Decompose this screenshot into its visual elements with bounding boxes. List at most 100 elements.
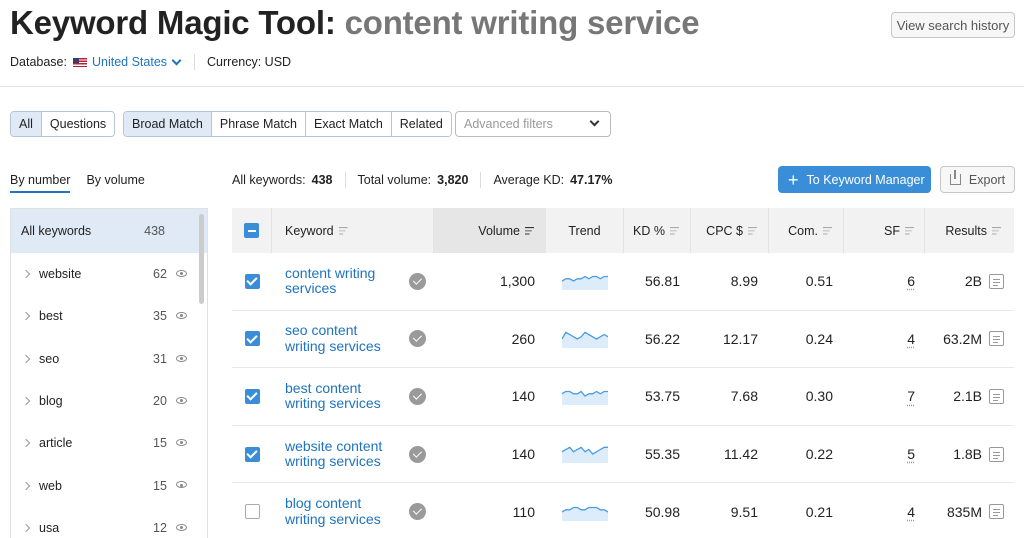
sf-cell: 4 xyxy=(844,311,925,368)
match-type-group: Broad Match Phrase Match Exact Match Rel… xyxy=(123,111,452,137)
eye-icon[interactable] xyxy=(176,312,187,319)
tab-related[interactable]: Related xyxy=(392,112,451,136)
plus-icon: + xyxy=(788,171,799,189)
results-cell: 1.8B xyxy=(925,426,1014,483)
serp-snapshot-icon[interactable] xyxy=(989,389,1004,404)
keyword-line: best content xyxy=(285,380,361,396)
currency-label: Currency: USD xyxy=(207,55,291,69)
eye-icon[interactable] xyxy=(176,524,187,531)
tab-all[interactable]: All xyxy=(11,112,42,136)
serp-features-link[interactable]: 5 xyxy=(907,446,915,462)
sidebar-item-usa[interactable]: usa 12 xyxy=(11,507,207,538)
keyword-link[interactable]: content writing services xyxy=(285,266,407,297)
chevron-right-icon[interactable] xyxy=(22,524,30,532)
sort-icon[interactable] xyxy=(992,227,1001,235)
row-checkbox[interactable] xyxy=(245,274,260,289)
chevron-right-icon[interactable] xyxy=(22,481,30,489)
keyword-cell: best content writing services xyxy=(272,368,434,425)
eye-icon[interactable] xyxy=(176,481,187,488)
chevron-down-icon[interactable] xyxy=(172,55,182,65)
eye-icon[interactable] xyxy=(176,355,187,362)
page-title: Keyword Magic Tool: content writing serv… xyxy=(10,4,699,42)
sidebar-scrollbar[interactable] xyxy=(199,214,204,304)
advanced-filters-dropdown[interactable]: Advanced filters xyxy=(455,111,611,137)
column-results[interactable]: Results xyxy=(925,208,1014,253)
sidebar-item-article[interactable]: article 15 xyxy=(11,422,207,464)
sort-icon[interactable] xyxy=(823,227,832,235)
column-kd[interactable]: KD % xyxy=(624,208,691,253)
column-cpc[interactable]: CPC $ xyxy=(691,208,769,253)
check-circle-icon xyxy=(409,273,426,290)
keyword-line: writing services xyxy=(285,453,381,469)
volume-cell: 140 xyxy=(434,426,546,483)
table-row: content writing services 1,300 56.81 8.99 0.5… xyxy=(232,253,1014,311)
sort-icon[interactable] xyxy=(339,227,348,235)
keyword-link[interactable]: seo content writing services xyxy=(285,323,407,354)
chevron-right-icon[interactable] xyxy=(22,312,30,320)
sort-icon[interactable] xyxy=(670,227,679,235)
eye-icon[interactable] xyxy=(176,439,187,446)
tool-name: Keyword Magic Tool: xyxy=(10,4,336,41)
row-checkbox[interactable] xyxy=(245,447,260,462)
chevron-right-icon[interactable] xyxy=(22,354,30,362)
row-checkbox[interactable] xyxy=(245,389,260,404)
sort-icon[interactable] xyxy=(748,227,757,235)
sidebar-item-best[interactable]: best 35 xyxy=(11,295,207,337)
keyword-link[interactable]: best content writing services xyxy=(285,381,407,412)
keyword-link[interactable]: blog content writing services xyxy=(285,496,407,527)
serp-features-link[interactable]: 4 xyxy=(907,331,915,347)
row-checkbox[interactable] xyxy=(245,331,260,346)
column-keyword[interactable]: Keyword xyxy=(272,208,434,253)
column-label: Volume xyxy=(478,224,520,238)
sidebar-item-web[interactable]: web 15 xyxy=(11,464,207,506)
chevron-right-icon[interactable] xyxy=(22,270,30,278)
advanced-filters-placeholder: Advanced filters xyxy=(464,117,553,131)
view-search-history-button[interactable]: View search history xyxy=(891,12,1015,38)
to-keyword-manager-button[interactable]: + To Keyword Manager xyxy=(778,166,931,193)
serp-snapshot-icon[interactable] xyxy=(989,504,1004,519)
tab-by-number[interactable]: By number xyxy=(10,173,70,193)
serp-features-link[interactable]: 4 xyxy=(907,504,915,520)
keyword-line: website content xyxy=(285,438,382,454)
tab-by-volume[interactable]: By volume xyxy=(86,173,144,193)
chevron-right-icon[interactable] xyxy=(22,439,30,447)
sidebar-item-seo[interactable]: seo 31 xyxy=(11,338,207,380)
serp-features-link[interactable]: 6 xyxy=(907,273,915,289)
database-selector[interactable]: United States xyxy=(92,55,167,69)
sidebar-item-website[interactable]: website 62 xyxy=(11,253,207,295)
row-checkbox[interactable] xyxy=(245,504,260,519)
column-volume[interactable]: Volume xyxy=(434,208,546,253)
serp-snapshot-icon[interactable] xyxy=(989,331,1004,346)
select-all-checkbox[interactable] xyxy=(244,223,259,238)
sidebar-item-all-keywords[interactable]: All keywords 438 xyxy=(11,209,207,253)
serp-snapshot-icon[interactable] xyxy=(989,274,1004,289)
sidebar-item-count: 20 xyxy=(153,394,167,408)
export-label: Export xyxy=(969,173,1005,187)
keyword-link[interactable]: website content writing services xyxy=(285,439,407,470)
export-button[interactable]: Export xyxy=(940,166,1015,193)
trend-cell xyxy=(546,426,624,483)
trend-sparkline xyxy=(562,272,608,290)
sidebar-item-label: blog xyxy=(39,394,63,408)
cpc-cell: 7.68 xyxy=(691,368,769,425)
cpc-cell: 8.99 xyxy=(691,253,769,310)
tab-phrase-match[interactable]: Phrase Match xyxy=(212,112,306,136)
tab-questions[interactable]: Questions xyxy=(42,112,114,136)
serp-features-link[interactable]: 7 xyxy=(907,388,915,404)
tab-broad-match[interactable]: Broad Match xyxy=(124,112,212,136)
sidebar-item-label: web xyxy=(39,479,62,493)
sort-icon[interactable] xyxy=(905,227,914,235)
cpc-cell: 12.17 xyxy=(691,311,769,368)
tab-exact-match[interactable]: Exact Match xyxy=(306,112,392,136)
sidebar-item-blog[interactable]: blog 20 xyxy=(11,380,207,422)
eye-icon[interactable] xyxy=(176,270,187,277)
results-cell: 2.1B xyxy=(925,368,1014,425)
serp-snapshot-icon[interactable] xyxy=(989,447,1004,462)
column-competition[interactable]: Com. xyxy=(769,208,844,253)
chevron-right-icon[interactable] xyxy=(22,397,30,405)
sidebar-item-count: 12 xyxy=(153,521,167,535)
eye-icon[interactable] xyxy=(176,397,187,404)
column-sf[interactable]: SF xyxy=(844,208,925,253)
sort-icon[interactable] xyxy=(525,227,534,235)
average-kd-label: Average KD: xyxy=(493,173,564,187)
